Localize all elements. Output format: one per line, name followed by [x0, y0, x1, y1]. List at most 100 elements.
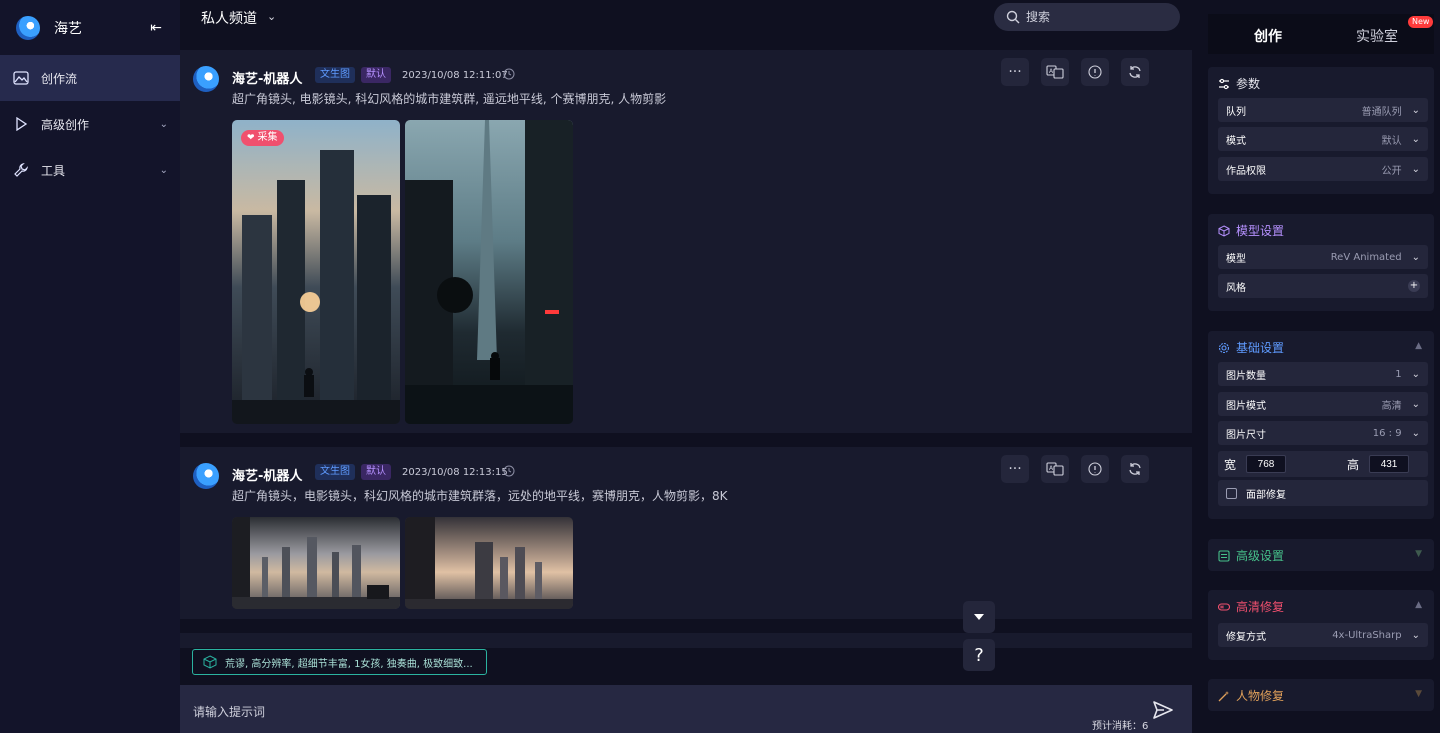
scroll-down-button[interactable]	[963, 601, 995, 633]
add-style-icon[interactable]: +	[1408, 280, 1420, 292]
regenerate-button[interactable]	[1121, 455, 1149, 483]
height-label: 高	[1347, 457, 1360, 472]
section-title: 人物修复	[1218, 687, 1284, 704]
collapse-arrow-icon[interactable]: ▲	[1415, 341, 1422, 351]
person-fix-section[interactable]: 人物修复 ▼	[1208, 679, 1434, 711]
post-author: 海艺-机器人	[232, 469, 303, 484]
more-icon: ···	[1008, 461, 1022, 477]
advanced-section[interactable]: 高级设置 ▼	[1208, 539, 1434, 571]
chevron-down-icon: ⌄	[159, 164, 168, 176]
section-title: 模型设置	[1218, 222, 1284, 239]
section-title: 基础设置	[1218, 339, 1284, 356]
help-button[interactable]: ?	[963, 639, 995, 671]
bot-avatar	[193, 66, 219, 92]
logo-row: 海艺 ⇤	[0, 0, 180, 55]
send-icon[interactable]	[1152, 699, 1174, 721]
row-value: 默认	[1381, 135, 1402, 147]
post-time: 2023/10/08 12:13:15	[402, 467, 508, 478]
post-actions: ··· A	[1001, 58, 1149, 86]
info-button[interactable]	[1081, 58, 1109, 86]
type-tag: 文生图	[315, 67, 355, 83]
sidebar-item-label: 工具	[41, 163, 66, 178]
translate-icon: A	[1046, 462, 1064, 476]
svg-text:A: A	[1049, 465, 1054, 472]
skyline-artwork	[232, 150, 400, 424]
image-icon	[12, 69, 30, 87]
sidebar-item-label: 高级创作	[41, 117, 90, 132]
post-card: 海艺-机器人 文生图 默认 2023/10/08 12:13:15 超广角镜头，…	[180, 447, 1192, 619]
post-card: 海艺-机器人 文生图 默认 2023/10/08 12:11:07 超广角镜头,…	[180, 50, 1192, 433]
row-label: 修复方式	[1226, 631, 1266, 643]
image-mode-select[interactable]: 图片模式 高清 ⌄	[1218, 392, 1428, 416]
suggestion-text: 荒谬, 高分辨率, 超细节丰富, 1女孩, 独奏曲, 极致细致...	[225, 658, 473, 670]
expand-arrow-icon[interactable]: ▼	[1415, 549, 1422, 559]
section-title-text: 基础设置	[1236, 341, 1285, 355]
image-size-select[interactable]: 图片尺寸 16 : 9 ⌄	[1218, 421, 1428, 445]
height-input[interactable]	[1369, 455, 1410, 473]
face-fix-checkbox[interactable]	[1226, 487, 1237, 499]
cube-icon	[1218, 224, 1230, 237]
queue-select[interactable]: 队列 普通队列 ⌄	[1218, 98, 1428, 122]
collapse-arrow-icon[interactable]: ▲	[1415, 600, 1422, 610]
mode-select[interactable]: 模式 默认 ⌄	[1218, 127, 1428, 151]
prompt-input[interactable]	[193, 702, 1053, 722]
search-box[interactable]	[994, 3, 1180, 31]
face-fix-row[interactable]: 面部修复	[1218, 480, 1428, 506]
image-count-select[interactable]: 图片数量 1 ⌄	[1218, 362, 1428, 386]
row-label: 模式	[1226, 135, 1246, 147]
sidebar-item-tools[interactable]: 工具 ⌄	[0, 147, 180, 193]
type-tag: 文生图	[315, 464, 355, 480]
row-label: 作品权限	[1226, 165, 1266, 177]
chevron-down-icon: ⌄	[1411, 104, 1420, 116]
search-input[interactable]	[1026, 10, 1156, 24]
feed[interactable]: 海艺-机器人 文生图 默认 2023/10/08 12:11:07 超广角镜头,…	[180, 36, 1192, 648]
cost-estimate: 预计消耗：6	[1092, 721, 1149, 732]
face-fix-label: 面部修复	[1246, 489, 1286, 501]
bot-avatar	[193, 463, 219, 489]
gear-icon	[1218, 342, 1230, 353]
more-button[interactable]: ···	[1001, 58, 1029, 86]
model-select[interactable]: 模型 ReV Animated ⌄	[1218, 245, 1428, 269]
collect-badge[interactable]: ❤ 采集	[241, 130, 284, 146]
hd-icon	[1218, 602, 1230, 611]
section-title-text: 高清修复	[1236, 600, 1285, 614]
generated-image[interactable]	[405, 120, 573, 424]
sliders-icon	[1219, 78, 1229, 89]
channel-selector[interactable]: 私人频道	[201, 8, 257, 28]
section-title-text: 模型设置	[1236, 224, 1285, 238]
more-button[interactable]: ···	[1001, 455, 1029, 483]
clock-icon	[503, 68, 515, 80]
tab-lab[interactable]: 实验室	[1356, 26, 1398, 46]
regenerate-button[interactable]	[1121, 58, 1149, 86]
caret-down-icon	[974, 614, 984, 620]
row-value: 1	[1395, 368, 1402, 380]
expand-arrow-icon[interactable]: ▼	[1415, 689, 1422, 699]
row-value: 16 : 9	[1372, 427, 1402, 439]
help-icon: ?	[974, 644, 984, 666]
translate-button[interactable]: A	[1041, 455, 1069, 483]
translate-button[interactable]: A	[1041, 58, 1069, 86]
chevron-down-icon[interactable]: ⌄	[267, 10, 276, 23]
post-prompt: 超广角镜头, 电影镜头, 科幻风格的城市建筑群, 遥远地平线, 个赛博朋克, 人…	[232, 92, 667, 106]
hires-method-select[interactable]: 修复方式 4x-UltraSharp ⌄	[1218, 623, 1428, 647]
sidebar-item-create-flow[interactable]: 创作流	[0, 55, 180, 101]
refresh-icon	[1129, 463, 1141, 475]
prompt-suggestion[interactable]: 荒谬, 高分辨率, 超细节丰富, 1女孩, 独奏曲, 极致细致...	[192, 649, 487, 675]
sidebar-item-advanced-create[interactable]: 高级创作 ⌄	[0, 101, 180, 147]
chevron-down-icon: ⌄	[1411, 398, 1420, 410]
width-input[interactable]	[1246, 455, 1287, 473]
row-value: 公开	[1381, 165, 1402, 177]
row-label: 图片模式	[1226, 400, 1266, 412]
collapse-sidebar-icon[interactable]: ⇤	[148, 20, 164, 36]
style-row[interactable]: 风格 +	[1218, 274, 1428, 298]
permission-select[interactable]: 作品权限 公开 ⌄	[1218, 157, 1428, 181]
panel-tabs: 创作 实验室 New	[1208, 14, 1434, 54]
generated-image[interactable]	[232, 517, 400, 609]
tab-create[interactable]: 创作	[1254, 26, 1282, 46]
generated-image[interactable]: ❤ 采集	[232, 120, 400, 424]
generated-image[interactable]	[405, 517, 573, 609]
section-title-text: 参数	[1236, 77, 1261, 91]
info-button[interactable]	[1081, 455, 1109, 483]
post-actions: ··· A	[1001, 455, 1149, 483]
brand-name: 海艺	[54, 20, 82, 37]
